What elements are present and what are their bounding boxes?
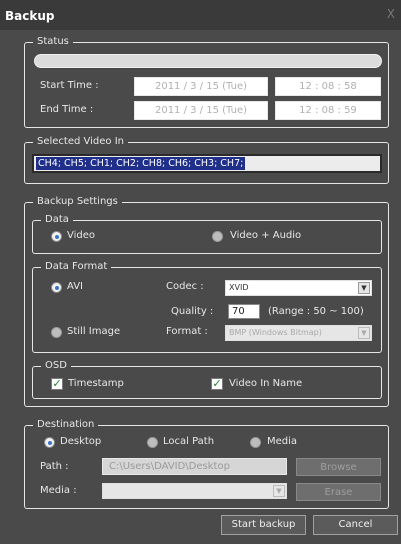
cancel-button[interactable]: Cancel — [313, 515, 398, 535]
video-radio[interactable] — [51, 231, 62, 242]
image-format-value: BMP (Windows Bitmap) — [229, 328, 322, 337]
codec-label: Codec : — [166, 281, 204, 292]
timestamp-label: Timestamp — [68, 378, 124, 389]
video-in-name-label: Video In Name — [229, 378, 303, 389]
media-dropdown-arrow-icon[interactable]: ▼ — [273, 485, 285, 497]
data-legend: Data — [41, 213, 73, 227]
selected-video-legend: Selected Video In — [33, 135, 129, 149]
backup-dialog: Backup X Status Start Time : 2011 / 3 / … — [0, 0, 401, 544]
erase-button[interactable]: Erase — [296, 483, 381, 501]
quality-range-label: (Range : 50 ~ 100) — [268, 306, 364, 317]
video-in-name-checkbox[interactable]: ✓ — [211, 378, 223, 390]
destination-legend: Destination — [33, 418, 99, 432]
local-path-radio[interactable] — [147, 437, 158, 448]
start-date-field: 2011 / 3 / 15 (Tue) — [134, 77, 268, 96]
local-path-label: Local Path — [163, 436, 215, 447]
video-label: Video — [67, 230, 96, 241]
path-label: Path : — [40, 461, 69, 472]
close-icon[interactable]: X — [387, 7, 395, 21]
status-legend: Status — [33, 35, 73, 49]
media-select-label: Media : — [40, 485, 77, 496]
osd-legend: OSD — [41, 359, 71, 373]
still-image-radio[interactable] — [51, 327, 62, 338]
image-format-dropdown-arrow-icon[interactable]: ▼ — [358, 327, 370, 339]
window-title: Backup — [5, 9, 55, 23]
desktop-radio[interactable] — [44, 437, 55, 448]
end-time-field: 12 : 08 : 59 — [275, 101, 381, 120]
selected-video-value: CH4; CH5; CH1; CH2; CH8; CH6; CH3; CH7; — [36, 157, 246, 170]
media-label: Media — [267, 436, 298, 447]
codec-dropdown[interactable]: XVID ▼ — [225, 280, 372, 296]
timestamp-checkbox[interactable]: ✓ — [51, 378, 63, 390]
start-time-label: Start Time : — [40, 80, 99, 91]
data-format-legend: Data Format — [41, 260, 112, 274]
format-label: Format : — [166, 326, 208, 337]
media-radio[interactable] — [250, 437, 261, 448]
avi-label: AVI — [67, 281, 83, 292]
backup-progress-bar — [34, 54, 382, 68]
end-date-field: 2011 / 3 / 15 (Tue) — [134, 101, 268, 120]
browse-button[interactable]: Browse — [296, 458, 381, 476]
selected-video-field[interactable]: CH4; CH5; CH1; CH2; CH8; CH6; CH3; CH7; — [32, 154, 382, 173]
title-bar: Backup X — [0, 0, 401, 30]
avi-radio[interactable] — [51, 282, 62, 293]
path-field[interactable]: C:\Users\DAVID\Desktop — [102, 458, 287, 475]
end-time-label: End Time : — [40, 104, 94, 115]
still-image-label: Still Image — [67, 326, 121, 337]
backup-settings-legend: Backup Settings — [33, 195, 122, 209]
image-format-dropdown[interactable]: BMP (Windows Bitmap) ▼ — [225, 325, 372, 341]
video-audio-label: Video + Audio — [230, 230, 302, 241]
codec-dropdown-arrow-icon[interactable]: ▼ — [358, 282, 370, 294]
quality-label: Quality : — [171, 306, 214, 317]
start-time-field: 12 : 08 : 58 — [275, 77, 381, 96]
video-audio-radio[interactable] — [212, 231, 223, 242]
start-backup-button[interactable]: Start backup — [221, 515, 306, 535]
media-dropdown[interactable]: ▼ — [102, 483, 287, 499]
quality-input[interactable]: 70 — [228, 304, 260, 319]
codec-value: XVID — [229, 283, 249, 292]
desktop-label: Desktop — [60, 436, 102, 447]
